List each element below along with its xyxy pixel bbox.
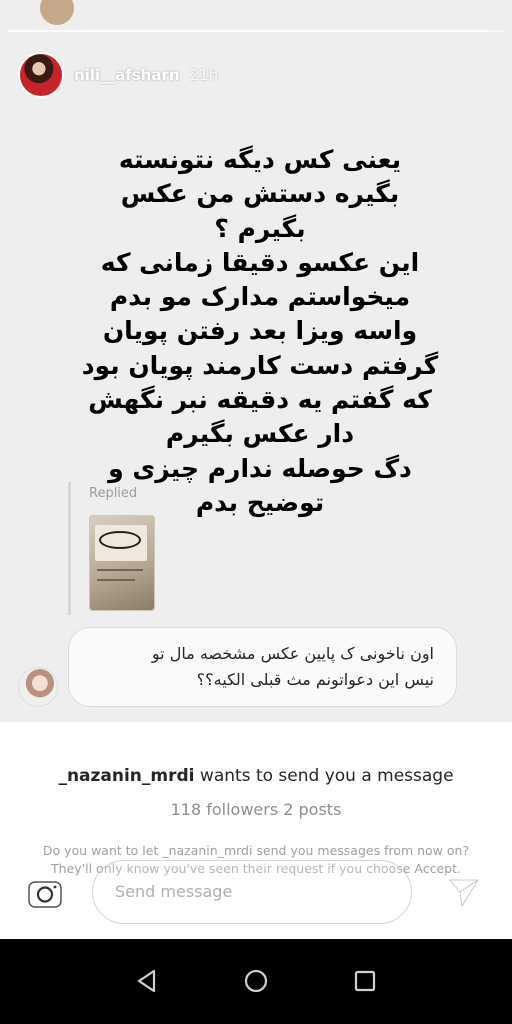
thumb-text-line — [97, 579, 135, 581]
story-caption-line: دار عکس بگیرم — [165, 419, 355, 449]
nav-home-icon — [244, 969, 268, 993]
story-header[interactable]: nili__afsharn 21h — [18, 52, 218, 98]
nav-recents-button[interactable] — [350, 966, 380, 996]
story-caption-line: این عکسو دقیقا زمانی که — [100, 247, 420, 277]
nav-back-icon — [137, 969, 156, 993]
story-caption-line: واسه ویزا بعد رفتن پویان — [102, 316, 418, 346]
story-author-username[interactable]: nili__afsharn — [74, 66, 180, 84]
message-row: اون ناخونی ک پایین عکس مشخصه مال تو نیس ا… — [18, 627, 498, 709]
request-username[interactable]: _nazanin_mrdi — [58, 766, 194, 786]
story-progress-fill — [8, 30, 490, 32]
story-author-avatar[interactable] — [18, 52, 64, 98]
story-caption-line: گرفتم دست کارمند پویان بود — [81, 350, 439, 380]
nav-recents-icon — [354, 970, 376, 992]
nav-back-button[interactable] — [132, 966, 162, 996]
story-caption-line: دگ حوصله ندارم چیزی و — [108, 453, 412, 483]
message-text-line: اون ناخونی ک پایین عکس مشخصه مال تو — [151, 644, 434, 663]
send-message-input[interactable]: Send message — [92, 860, 412, 924]
thumb-circle-mark — [99, 531, 141, 549]
request-profile-stats: 118 followers 2 posts — [170, 800, 342, 819]
thumb-text-line — [97, 569, 143, 571]
story-caption-line: میخواستم مدارک مو بدم — [109, 282, 411, 312]
story-progress-bar — [8, 30, 504, 32]
camera-icon — [28, 881, 62, 908]
story-view[interactable]: nili__afsharn 21h یعنی کس دیگه نتونسته بگ… — [0, 0, 512, 722]
screen: nili__afsharn 21h یعنی کس دیگه نتونسته بگ… — [0, 0, 512, 1024]
story-caption-line: بگیرم ؟ — [214, 213, 306, 243]
camera-button[interactable] — [22, 870, 68, 916]
request-title: _nazanin_mrdi wants to send you a messag… — [0, 766, 512, 786]
send-icon — [448, 878, 480, 908]
send-button[interactable] — [446, 874, 482, 910]
previous-story-strip — [40, 0, 480, 26]
message-composer: Send message — [22, 860, 492, 924]
sender-avatar[interactable] — [18, 667, 58, 707]
story-caption-line: که گفتم یه دقیقه نبر نگهش — [88, 385, 432, 415]
message-text-line: نیس این دعواتونم مث قبلی الکیه؟؟ — [196, 670, 434, 689]
message-bubble[interactable]: اون ناخونی ک پایین عکس مشخصه مال تو نیس ا… — [68, 627, 457, 707]
story-caption-line: یعنی کس دیگه نتونسته — [118, 145, 402, 174]
replied-story-reference[interactable]: Replied — [68, 482, 168, 615]
request-title-suffix: wants to send you a message — [194, 766, 454, 786]
replied-label: Replied — [89, 486, 138, 501]
nav-home-button[interactable] — [241, 966, 271, 996]
story-caption-line: بگیره دستش من عکس — [120, 179, 400, 209]
replied-story-thumbnail[interactable] — [89, 515, 155, 611]
previous-story-avatar — [40, 0, 74, 25]
story-timestamp: 21h — [189, 66, 219, 84]
story-caption-text: یعنی کس دیگه نتونسته بگیره دستش من عکس بگی… — [40, 143, 480, 520]
android-navigation-bar — [0, 939, 512, 1024]
